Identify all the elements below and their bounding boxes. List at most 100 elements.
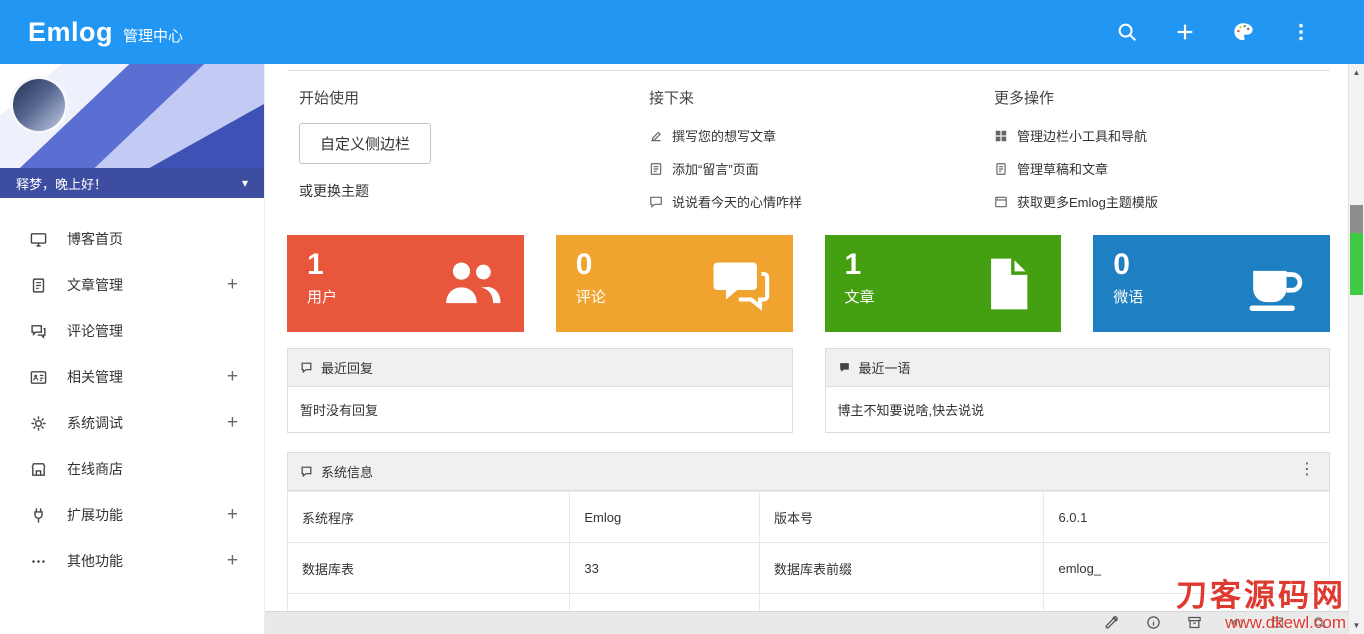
template-icon bbox=[995, 196, 1007, 207]
top-navbar: Emlog 管理中心 bbox=[0, 0, 1364, 64]
stat-card-users[interactable]: 1 用户 bbox=[287, 235, 524, 332]
system-info-panel: 系统信息 ⋮ 系统程序 Emlog 版本号 6.0.1 数据库表 33 数据库表… bbox=[286, 452, 1330, 634]
logo-text: Emlog bbox=[28, 16, 114, 47]
bottom-strip bbox=[265, 611, 1348, 634]
quickstart-section: 开始使用 自定义侧边栏 或更换主题 接下来 撰写您的想写文章 添加“留言”页面 … bbox=[287, 70, 1330, 218]
stat-card-articles[interactable]: 1 文章 bbox=[824, 235, 1062, 332]
tray-toolbar bbox=[1083, 611, 1348, 634]
expand-icon: + bbox=[226, 274, 238, 295]
monitor-icon bbox=[30, 231, 47, 248]
users-icon bbox=[440, 255, 502, 313]
emlog-logo[interactable]: Emlog 管理中心 bbox=[28, 17, 183, 48]
post-mood-link[interactable]: 说说看今天的心情咋样 bbox=[649, 192, 994, 211]
sidebar-item-extensions[interactable]: 扩展功能 + bbox=[0, 492, 264, 538]
window-icon[interactable] bbox=[1270, 615, 1285, 630]
expand-icon: + bbox=[226, 504, 238, 525]
sidebar: 释梦，晚上好！ ▾ 博客首页 文章管理 + 评论管理 相关管理 + 系统调试 + bbox=[0, 64, 265, 634]
compose-icon bbox=[651, 131, 661, 141]
drafts-icon bbox=[996, 162, 1006, 175]
scroll-down-icon[interactable]: ▼ bbox=[1349, 617, 1364, 634]
speaker-icon[interactable] bbox=[1229, 615, 1244, 630]
table-row: 数据库表 33 数据库表前缀 emlog_ bbox=[286, 542, 1330, 594]
profile-banner bbox=[0, 64, 264, 168]
more-actions-column: 更多操作 管理边栏小工具和导航 管理草稿和文章 获取更多Emlog主题模版 bbox=[994, 87, 1158, 218]
sidebar-item-blog-home[interactable]: 博客首页 bbox=[0, 216, 264, 262]
expand-icon: + bbox=[226, 550, 238, 571]
sysinfo-value: 33 bbox=[569, 542, 761, 594]
wrench-icon[interactable] bbox=[1104, 615, 1119, 630]
write-article-link[interactable]: 撰写您的想写文章 bbox=[649, 126, 994, 145]
plugin-icon bbox=[30, 507, 47, 524]
stat-card-whispers[interactable]: 0 微语 bbox=[1093, 235, 1330, 332]
sidebar-item-other[interactable]: 其他功能 + bbox=[0, 538, 264, 584]
greeting-text: 释梦，晚上好！ bbox=[16, 176, 108, 192]
stat-cards: 1 用户 0 评论 1 文章 0 微语 bbox=[287, 235, 1330, 332]
ellipsis-icon bbox=[30, 553, 47, 570]
widgets-icon bbox=[995, 130, 1007, 141]
stat-card-comments[interactable]: 0 评论 bbox=[555, 235, 793, 332]
admin-center-label: 管理中心 bbox=[123, 27, 184, 45]
change-theme-link[interactable]: 或更换主题 bbox=[299, 181, 649, 201]
gear-icon bbox=[30, 415, 47, 432]
sidebar-item-system-debug[interactable]: 系统调试 + bbox=[0, 400, 264, 446]
sysinfo-key: 数据库表 bbox=[286, 542, 571, 594]
customize-sidebar-button[interactable]: 自定义侧边栏 bbox=[299, 123, 432, 164]
sidebar-item-store[interactable]: 在线商店 bbox=[0, 446, 264, 492]
scrollbar-thumb[interactable] bbox=[1350, 205, 1363, 233]
id-card-icon bbox=[30, 369, 47, 386]
expand-icon: + bbox=[226, 412, 238, 433]
next-steps-title: 接下来 bbox=[649, 90, 695, 107]
info-square-icon bbox=[301, 466, 312, 478]
plus-icon[interactable] bbox=[1174, 21, 1196, 43]
sysinfo-key: 数据库表前缀 bbox=[759, 542, 1045, 594]
file-icon bbox=[977, 255, 1039, 313]
user-avatar[interactable] bbox=[10, 76, 68, 134]
search-icon[interactable] bbox=[1116, 21, 1138, 43]
manage-widgets-link[interactable]: 管理边栏小工具和导航 bbox=[994, 126, 1158, 145]
sidebar-item-comments[interactable]: 评论管理 bbox=[0, 308, 264, 354]
recent-replies-header: 最近回复 bbox=[287, 348, 793, 387]
getting-started-title: 开始使用 bbox=[299, 90, 360, 107]
comment-icon bbox=[709, 255, 771, 313]
kebab-menu-icon[interactable]: ⋮ bbox=[1291, 457, 1323, 481]
sidebar-item-articles[interactable]: 文章管理 + bbox=[0, 262, 264, 308]
recent-whisper-panel: 最近一语 博主不知要说啥,快去说说 bbox=[824, 348, 1330, 433]
chat-icon bbox=[650, 196, 662, 208]
user-greeting-bar[interactable]: 释梦，晚上好！ ▾ bbox=[0, 168, 264, 198]
sysinfo-value: emlog_ bbox=[1043, 542, 1330, 594]
manage-drafts-link[interactable]: 管理草稿和文章 bbox=[994, 159, 1158, 178]
scrollbar-marker bbox=[1350, 233, 1363, 295]
comments-icon bbox=[30, 323, 47, 340]
more-actions-title: 更多操作 bbox=[994, 90, 1055, 107]
more-vertical-icon[interactable] bbox=[1290, 21, 1312, 43]
archive-icon[interactable] bbox=[1187, 615, 1202, 630]
palette-icon[interactable] bbox=[1232, 21, 1254, 43]
navbar-actions bbox=[1116, 21, 1336, 43]
recent-whisper-header: 最近一语 bbox=[824, 348, 1330, 387]
add-guestbook-page-link[interactable]: 添加“留言”页面 bbox=[649, 159, 994, 178]
magnifier-icon[interactable] bbox=[1312, 615, 1327, 630]
coffee-icon bbox=[1246, 255, 1308, 313]
sysinfo-value: Emlog bbox=[569, 491, 761, 543]
recent-panels: 最近回复 暂时没有回复 最近一语 博主不知要说啥,快去说说 bbox=[287, 348, 1330, 433]
recent-replies-panel: 最近回复 暂时没有回复 bbox=[287, 348, 793, 433]
sidebar-item-related[interactable]: 相关管理 + bbox=[0, 354, 264, 400]
document-icon bbox=[30, 277, 47, 294]
sysinfo-key: 系统程序 bbox=[286, 491, 571, 543]
whisper-icon bbox=[839, 363, 849, 372]
sidebar-menu: 博客首页 文章管理 + 评论管理 相关管理 + 系统调试 + 在线商店 扩展功能… bbox=[0, 198, 264, 584]
recent-whisper-body[interactable]: 博主不知要说啥,快去说说 bbox=[824, 387, 1330, 433]
info-circle-icon[interactable] bbox=[1146, 615, 1161, 630]
chevron-down-icon: ▾ bbox=[241, 176, 248, 190]
scroll-up-icon[interactable]: ▲ bbox=[1349, 64, 1364, 81]
chat-square-icon bbox=[301, 362, 312, 374]
recent-replies-body: 暂时没有回复 bbox=[287, 387, 793, 433]
expand-icon: + bbox=[226, 366, 238, 387]
page-icon bbox=[650, 162, 662, 175]
vertical-scrollbar[interactable]: ▲ ▼ bbox=[1348, 64, 1364, 634]
main-content: 开始使用 自定义侧边栏 或更换主题 接下来 撰写您的想写文章 添加“留言”页面 … bbox=[265, 64, 1348, 634]
get-themes-link[interactable]: 获取更多Emlog主题模版 bbox=[994, 192, 1158, 211]
system-info-header: 系统信息 ⋮ bbox=[287, 452, 1330, 491]
getting-started-column: 开始使用 自定义侧边栏 或更换主题 bbox=[299, 87, 649, 218]
next-steps-column: 接下来 撰写您的想写文章 添加“留言”页面 说说看今天的心情咋样 bbox=[649, 87, 994, 218]
